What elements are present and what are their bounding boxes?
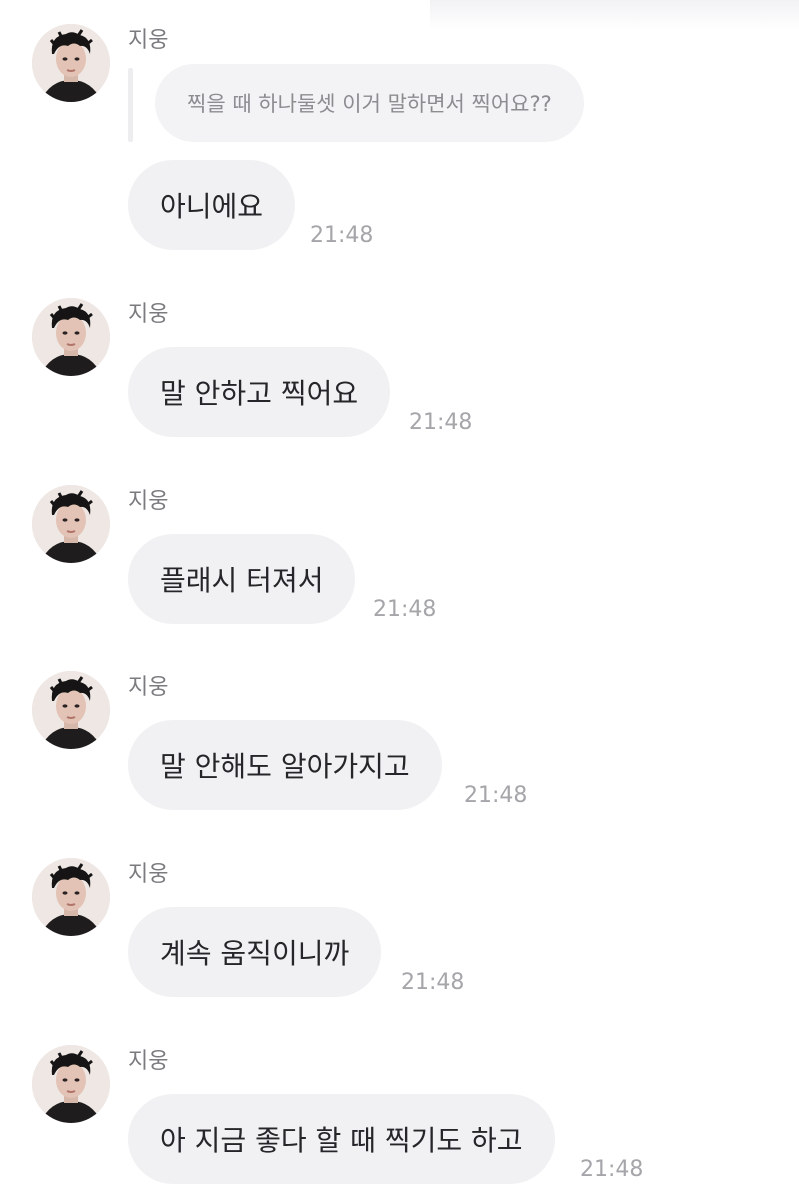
header-shadow: [430, 0, 799, 30]
avatar-photo-icon: [32, 24, 110, 102]
chat-view: 지웅 찍을 때 하나둘셋 이거 말하면서 찍어요?? 아니에요 21:48 지웅…: [0, 0, 799, 1200]
avatar-photo-icon: [32, 1045, 110, 1123]
message-time: 21:48: [310, 223, 374, 248]
avatar[interactable]: [32, 858, 110, 936]
message-time: 21:48: [373, 597, 437, 622]
avatar[interactable]: [32, 298, 110, 376]
message-bubble[interactable]: 아니에요: [128, 160, 296, 250]
avatar[interactable]: [32, 1045, 110, 1123]
message-bubble[interactable]: 아 지금 좋다 할 때 찍기도 하고: [128, 1094, 555, 1184]
sender-name: 지웅: [128, 1049, 169, 1074]
sender-name: 지웅: [128, 28, 169, 53]
message-time: 21:48: [464, 783, 528, 808]
avatar-photo-icon: [32, 858, 110, 936]
sender-name: 지웅: [128, 862, 169, 887]
message-bubble[interactable]: 말 안해도 알아가지고: [128, 720, 442, 810]
sender-name: 지웅: [128, 675, 169, 700]
message-bubble[interactable]: 플래시 터져서: [128, 534, 356, 624]
message-time: 21:48: [409, 410, 473, 435]
reply-quote-bar: [128, 68, 133, 142]
message-time: 21:48: [580, 1157, 644, 1182]
message-bubble[interactable]: 말 안하고 찍어요: [128, 347, 391, 437]
avatar-photo-icon: [32, 485, 110, 563]
avatar-photo-icon: [32, 671, 110, 749]
sender-name: 지웅: [128, 302, 169, 327]
avatar[interactable]: [32, 671, 110, 749]
sender-name: 지웅: [128, 489, 169, 514]
avatar[interactable]: [32, 24, 110, 102]
message-bubble[interactable]: 계속 움직이니까: [128, 907, 382, 997]
avatar-photo-icon: [32, 298, 110, 376]
avatar[interactable]: [32, 485, 110, 563]
reply-quote-bubble[interactable]: 찍을 때 하나둘셋 이거 말하면서 찍어요??: [155, 64, 584, 142]
message-time: 21:48: [401, 970, 465, 995]
